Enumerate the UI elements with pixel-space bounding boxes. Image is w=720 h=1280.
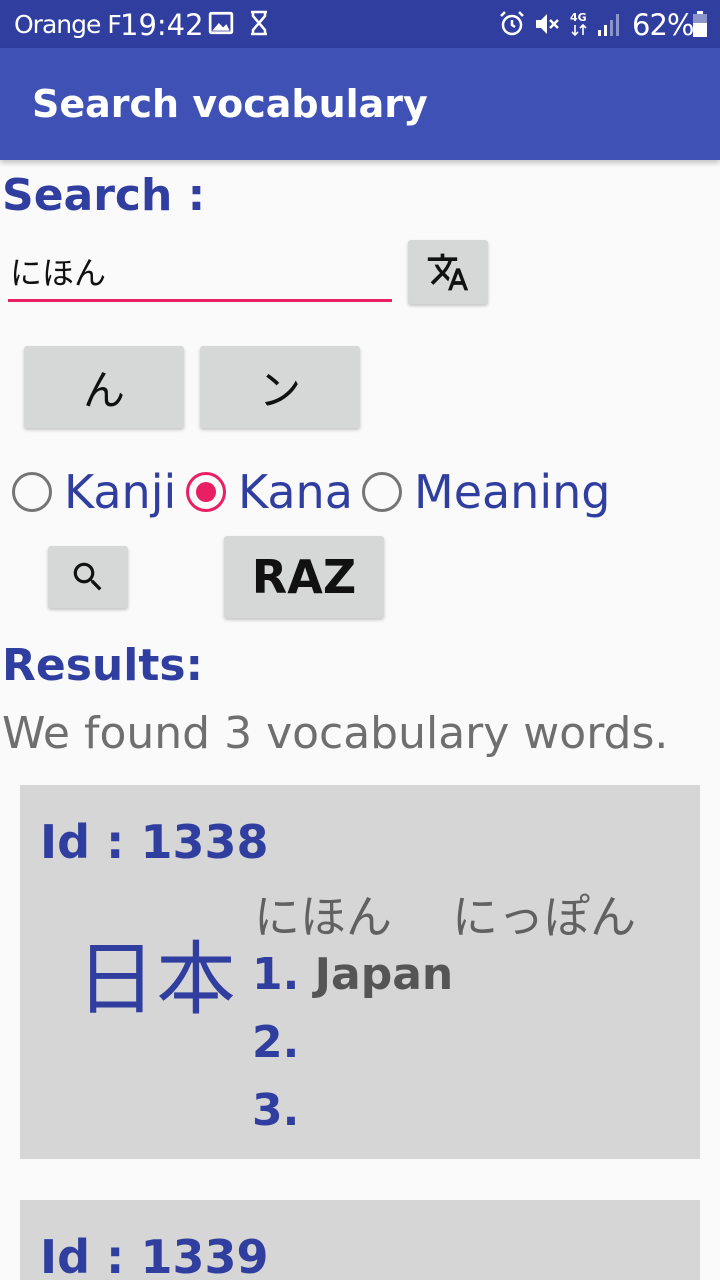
network-4g-icon: 4G — [570, 11, 587, 37]
signal-icon — [598, 14, 619, 36]
results-summary: We found 3 vocabulary words. — [2, 708, 669, 759]
image-icon — [208, 11, 234, 35]
radio-circle-selected[interactable] — [186, 472, 226, 512]
katakana-n-button[interactable]: ン — [200, 346, 360, 428]
translate-icon — [427, 253, 469, 291]
search-button[interactable] — [48, 546, 128, 608]
reading: にっぽん — [452, 890, 636, 944]
meaning-number: 3. — [252, 1085, 300, 1136]
radio-circle[interactable] — [12, 472, 52, 512]
meaning-line: 2. — [252, 1017, 299, 1068]
word-id: Id : 1338 — [40, 815, 269, 869]
radio-label-kana: Kana — [238, 465, 353, 519]
translate-button[interactable] — [408, 240, 488, 304]
search-input[interactable] — [8, 250, 392, 302]
radio-label-meaning: Meaning — [414, 465, 611, 519]
carrier-name: Orange F — [14, 10, 122, 39]
reset-button[interactable]: RAZ — [224, 536, 384, 618]
meaning-line: 3. — [252, 1085, 299, 1136]
search-label: Search : — [2, 170, 206, 221]
radio-circle[interactable] — [362, 472, 402, 512]
svg-text:4G: 4G — [570, 11, 587, 24]
hourglass-icon — [251, 10, 267, 36]
meaning-number: 2. — [252, 1017, 300, 1068]
results-label: Results: — [2, 640, 204, 691]
result-card[interactable]: Id : 1338 日本 にほん にっぽん 1. Japan 2. 3. — [20, 785, 700, 1159]
result-card[interactable]: Id : 1339 — [20, 1200, 700, 1280]
word-id: Id : 1339 — [40, 1230, 269, 1280]
meaning-line: 1. Japan — [252, 949, 453, 1000]
radio-label-kanji: Kanji — [64, 465, 177, 519]
app-bar: Search vocabulary — [0, 48, 720, 160]
alarm-icon — [500, 11, 524, 36]
radio-meaning[interactable]: Meaning — [362, 464, 610, 520]
status-time: 19:42 — [120, 8, 204, 42]
search-icon — [73, 562, 102, 591]
meaning-text: Japan — [314, 949, 454, 1000]
battery-percent: 62% — [632, 8, 694, 42]
battery-icon — [693, 11, 707, 37]
radio-kana[interactable]: Kana — [186, 464, 353, 520]
hiragana-n-button[interactable]: ん — [24, 346, 184, 428]
radio-kanji[interactable]: Kanji — [12, 464, 176, 520]
reading: にほん — [254, 890, 392, 944]
word-readings: にほん にっぽん — [254, 881, 636, 947]
app-title: Search vocabulary — [32, 82, 428, 126]
status-bar: Orange F 19:42 4G 62% — [0, 0, 720, 48]
word-kanji: 日本 — [76, 933, 236, 1026]
meaning-number: 1. — [252, 949, 300, 1000]
mute-icon — [536, 14, 559, 34]
